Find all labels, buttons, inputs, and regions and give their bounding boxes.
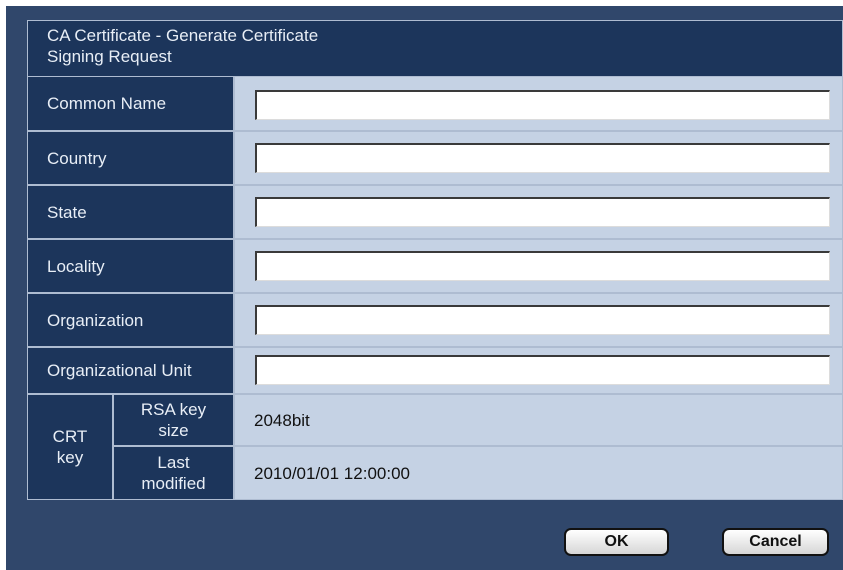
last-modified-label: Last modified (114, 447, 233, 499)
last-modified-label-line1: Last (157, 453, 190, 472)
last-modified-label-line2: modified (141, 474, 206, 493)
csr-form-table: CA Certificate - Generate Certificate Si… (27, 20, 843, 500)
organization-cell (235, 294, 842, 346)
ok-button[interactable]: OK (564, 528, 669, 556)
locality-label: Locality (28, 240, 233, 292)
country-cell (235, 132, 842, 184)
organization-input[interactable] (255, 305, 830, 335)
locality-input[interactable] (255, 251, 830, 281)
common-name-input[interactable] (255, 90, 830, 120)
dialog-title-line1: CA Certificate - Generate Certificate (47, 26, 319, 45)
organizational-unit-input[interactable] (255, 355, 830, 385)
rsa-key-size-label-line1: RSA key (140, 400, 207, 419)
state-cell (235, 186, 842, 238)
crt-key-label: CRT key (28, 395, 112, 499)
country-label: Country (28, 132, 233, 184)
rsa-key-size-value: 2048bit (235, 395, 842, 445)
country-input[interactable] (255, 143, 830, 173)
last-modified-value: 2010/01/01 12:00:00 (235, 447, 842, 499)
rsa-key-size-label: RSA key size (114, 395, 233, 445)
csr-dialog: CA Certificate - Generate Certificate Si… (6, 6, 843, 570)
cancel-button[interactable]: Cancel (722, 528, 829, 556)
state-label: State (28, 186, 233, 238)
common-name-label: Common Name (28, 77, 233, 130)
dialog-title: CA Certificate - Generate Certificate Si… (28, 21, 842, 76)
crt-key-label-line2: key (56, 448, 84, 467)
rsa-key-size-label-line2: size (158, 421, 189, 440)
locality-cell (235, 240, 842, 292)
organizational-unit-cell (235, 348, 842, 393)
crt-key-label-line1: CRT (52, 427, 88, 446)
organizational-unit-label: Organizational Unit (28, 348, 233, 393)
organization-label: Organization (28, 294, 233, 346)
state-input[interactable] (255, 197, 830, 227)
dialog-title-line2: Signing Request (47, 47, 172, 66)
common-name-cell (235, 77, 842, 130)
